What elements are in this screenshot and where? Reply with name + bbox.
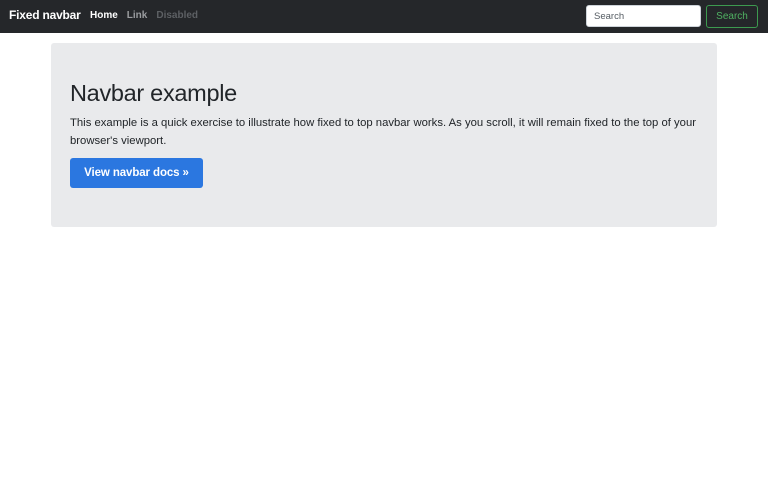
- nav-link-disabled: Disabled: [156, 10, 199, 21]
- jumbotron: Navbar example This example is a quick e…: [51, 43, 717, 227]
- search-input[interactable]: [586, 5, 701, 27]
- search-button[interactable]: Search: [706, 5, 758, 28]
- view-navbar-docs-button[interactable]: View navbar docs »: [70, 158, 203, 188]
- lead-text: This example is a quick exercise to illu…: [70, 117, 696, 147]
- navbar-brand[interactable]: Fixed navbar: [9, 8, 81, 22]
- nav-link-home[interactable]: Home: [90, 10, 118, 21]
- top-navbar: Fixed navbar Home Link Disabled Search: [0, 0, 768, 33]
- nav-links: Home Link Disabled: [90, 10, 198, 21]
- page-title: Navbar example: [70, 80, 237, 106]
- nav-link-link[interactable]: Link: [127, 10, 148, 21]
